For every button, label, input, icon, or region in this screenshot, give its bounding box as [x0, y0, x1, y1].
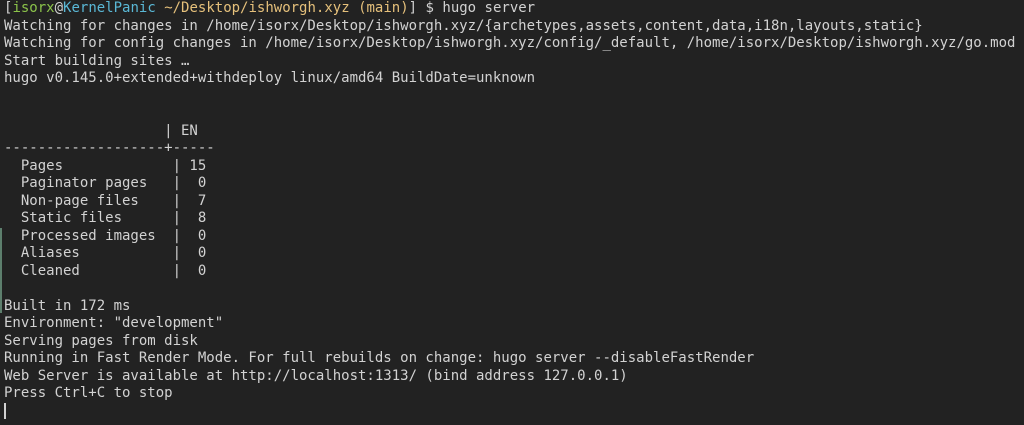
output-environment: Environment: "development" — [4, 315, 224, 331]
prompt-user: isorx — [12, 0, 55, 16]
prompt-host: KernelPanic — [63, 0, 156, 16]
prompt-close-bracket: ] — [408, 0, 418, 16]
output-version: hugo v0.145.0+extended+withdeploy linux/… — [4, 70, 536, 86]
scroll-marker — [0, 228, 2, 313]
output-web-server: Web Server is available at http://localh… — [4, 367, 628, 384]
stats-row-static-files: Static files | 8 — [4, 210, 207, 226]
stats-row-aliases: Aliases | 0 — [4, 245, 207, 261]
output-start-building: Start building sites … — [4, 52, 190, 69]
stats-row-processed-images: Processed images | 0 — [4, 227, 207, 244]
output-watch-config: Watching for config changes in /home/iso… — [4, 35, 1016, 51]
text-cursor — [4, 402, 6, 419]
output-fast-render: Running in Fast Render Mode. For full re… — [4, 350, 755, 366]
output-watch-changes: Watching for changes in /home/isorx/Desk… — [4, 17, 923, 34]
stats-table-separator: -------------------+----- — [4, 140, 215, 156]
output-built-in: Built in 172 ms — [4, 297, 131, 314]
stats-row-pages: Pages | 15 — [4, 157, 207, 174]
stats-row-cleaned: Cleaned | 0 — [4, 262, 207, 279]
output-serving: Serving pages from disk — [4, 332, 198, 349]
cursor-line[interactable] — [4, 402, 1024, 421]
prompt-line: [isorx@KernelPanic ~/Desktop/ishworgh.xy… — [4, 0, 1024, 18]
prompt-path: ~/Desktop/ishworgh.xyz — [164, 0, 350, 16]
prompt-at: @ — [54, 0, 64, 16]
prompt-command: hugo server — [442, 0, 536, 16]
prompt-branch: (main) — [358, 0, 409, 16]
stats-table-header: | EN — [4, 122, 198, 139]
output-stop-hint: Press Ctrl+C to stop — [4, 385, 173, 401]
prompt-symbol: $ — [425, 0, 434, 16]
terminal-window[interactable]: [isorx@KernelPanic ~/Desktop/ishworgh.xy… — [0, 0, 1024, 425]
stats-row-paginator-pages: Paginator pages | 0 — [4, 175, 207, 191]
stats-row-non-page-files: Non-page files | 7 — [4, 192, 207, 209]
